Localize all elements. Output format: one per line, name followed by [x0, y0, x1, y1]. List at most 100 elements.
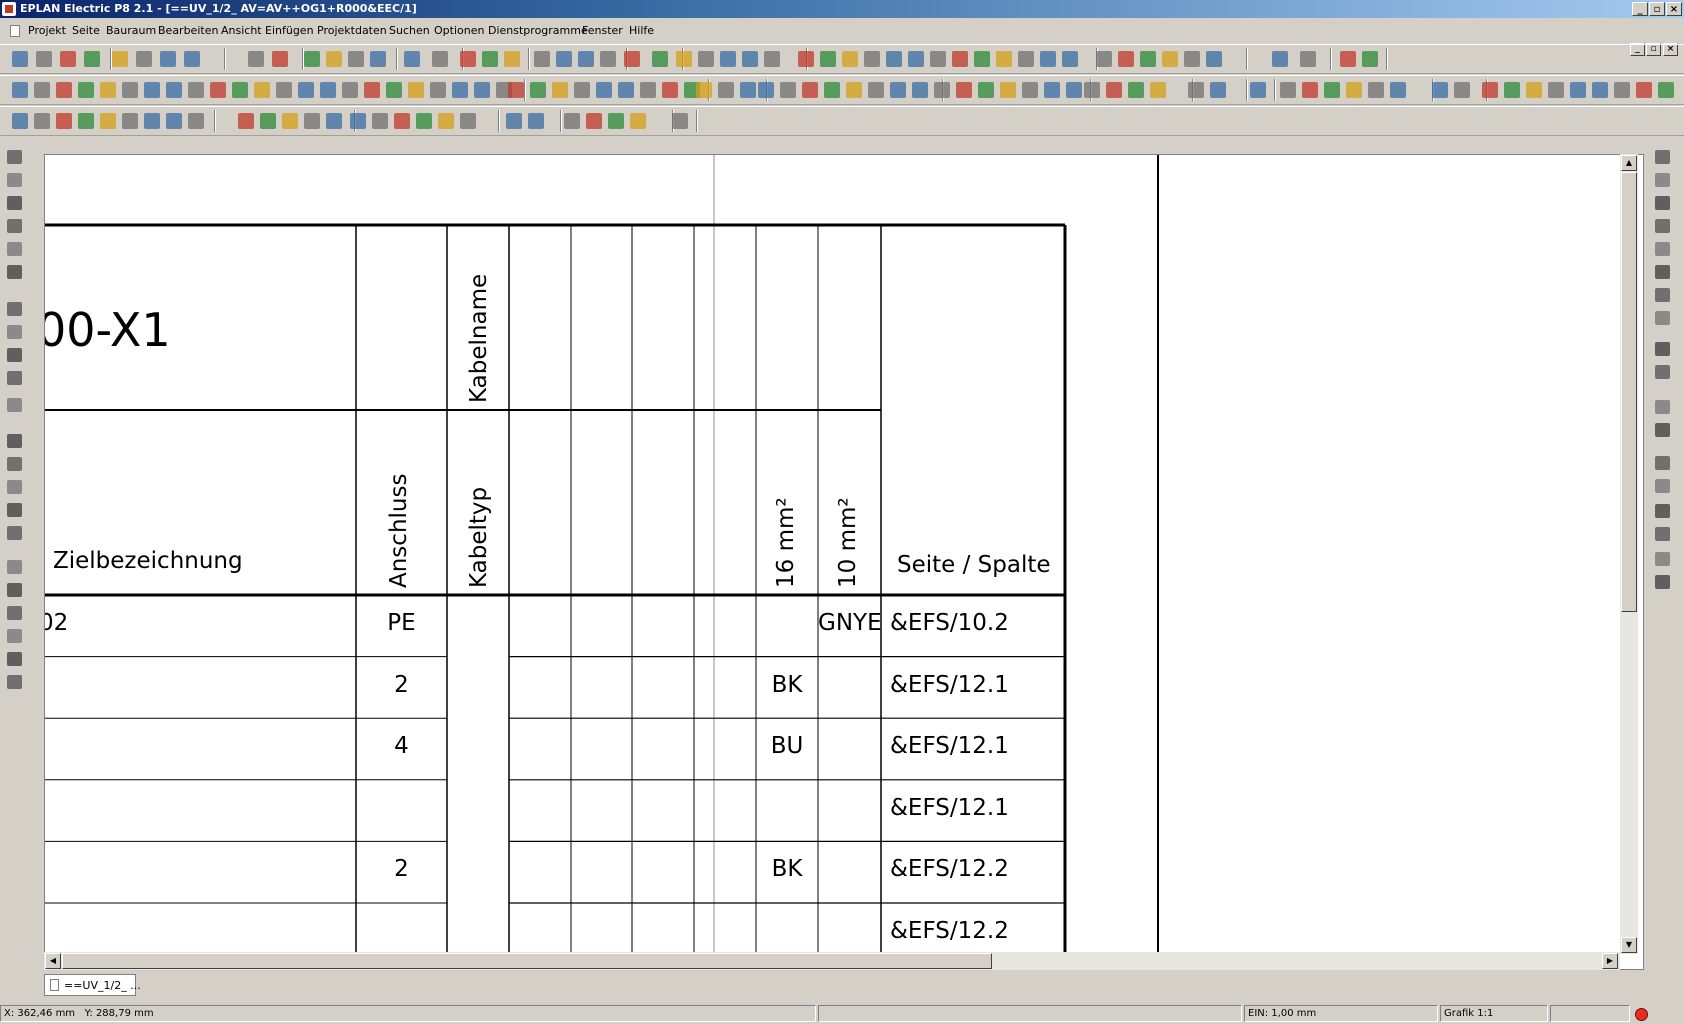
- vertical-tool-icon[interactable]: [7, 606, 22, 620]
- toolbar-tool-icon[interactable]: [320, 82, 336, 98]
- toolbar-tool-icon[interactable]: [506, 113, 522, 129]
- toolbar-tool-icon[interactable]: [864, 51, 880, 67]
- toolbar-tool-icon[interactable]: [624, 51, 640, 67]
- toolbar-tool-icon[interactable]: [1150, 82, 1166, 98]
- toolbar-tool-icon[interactable]: [12, 51, 28, 67]
- toolbar-tool-icon[interactable]: [696, 82, 712, 98]
- toolbar-tool-icon[interactable]: [652, 51, 668, 67]
- toolbar-tool-icon[interactable]: [978, 82, 994, 98]
- toolbar-tool-icon[interactable]: [348, 51, 364, 67]
- toolbar-tool-icon[interactable]: [342, 82, 358, 98]
- toolbar-tool-icon[interactable]: [630, 113, 646, 129]
- toolbar-tool-icon[interactable]: [12, 82, 28, 98]
- toolbar-tool-icon[interactable]: [1206, 51, 1222, 67]
- vertical-tool-icon[interactable]: [1655, 423, 1670, 437]
- toolbar-tool-icon[interactable]: [534, 51, 550, 67]
- drawing-canvas[interactable]: 00-X1 Zielbezeichnung Seite / Spalte Ans…: [44, 154, 1644, 970]
- toolbar-tool-icon[interactable]: [372, 113, 388, 129]
- menu-ansicht[interactable]: Ansicht: [221, 24, 262, 37]
- vertical-tool-icon[interactable]: [1655, 365, 1670, 379]
- toolbar-tool-icon[interactable]: [36, 51, 52, 67]
- horizontal-scrollbar[interactable]: ◀ ▶: [44, 952, 1620, 970]
- toolbar-tool-icon[interactable]: [56, 82, 72, 98]
- toolbar-tool-icon[interactable]: [508, 82, 524, 98]
- tab-document[interactable]: ==UV_1/2_ ...: [44, 974, 141, 996]
- toolbar-tool-icon[interactable]: [350, 113, 366, 129]
- vertical-tool-icon[interactable]: [7, 652, 22, 666]
- vertical-tool-icon[interactable]: [1655, 196, 1670, 210]
- vertical-tool-icon[interactable]: [7, 173, 22, 187]
- toolbar-tool-icon[interactable]: [586, 113, 602, 129]
- toolbar-tool-icon[interactable]: [720, 51, 736, 67]
- toolbar-tool-icon[interactable]: [326, 113, 342, 129]
- vertical-tool-icon[interactable]: [1655, 527, 1670, 541]
- toolbar-tool-icon[interactable]: [868, 82, 884, 98]
- vertical-scroll-thumb[interactable]: [1621, 172, 1637, 612]
- toolbar-tool-icon[interactable]: [742, 51, 758, 67]
- vertical-tool-icon[interactable]: [7, 398, 22, 412]
- toolbar-tool-icon[interactable]: [1250, 82, 1266, 98]
- toolbar-tool-icon[interactable]: [608, 113, 624, 129]
- toolbar-tool-icon[interactable]: [758, 82, 774, 98]
- toolbar-tool-icon[interactable]: [528, 113, 544, 129]
- vertical-tool-icon[interactable]: [7, 503, 22, 517]
- toolbar-tool-icon[interactable]: [1340, 51, 1356, 67]
- vertical-tool-icon[interactable]: [7, 457, 22, 471]
- toolbar-tool-icon[interactable]: [144, 82, 160, 98]
- toolbar-tool-icon[interactable]: [1482, 82, 1498, 98]
- toolbar-tool-icon[interactable]: [112, 51, 128, 67]
- toolbar-tool-icon[interactable]: [1526, 82, 1542, 98]
- toolbar-tool-icon[interactable]: [1140, 51, 1156, 67]
- toolbar-tool-icon[interactable]: [298, 82, 314, 98]
- toolbar-tool-icon[interactable]: [1390, 82, 1406, 98]
- toolbar-tool-icon[interactable]: [1324, 82, 1340, 98]
- restore-button[interactable]: ▫: [1649, 2, 1665, 16]
- toolbar-tool-icon[interactable]: [260, 113, 276, 129]
- menu-einfuegen[interactable]: Einfügen: [265, 24, 314, 37]
- toolbar-tool-icon[interactable]: [1062, 51, 1078, 67]
- menu-dienstprogramme[interactable]: Dienstprogramme: [488, 24, 588, 37]
- menu-fenster[interactable]: Fenster: [582, 24, 623, 37]
- toolbar-tool-icon[interactable]: [1066, 82, 1082, 98]
- scroll-down-arrow-icon[interactable]: ▼: [1621, 937, 1637, 953]
- vertical-tool-icon[interactable]: [7, 325, 22, 339]
- vertical-tool-icon[interactable]: [1655, 150, 1670, 164]
- vertical-tool-icon[interactable]: [1655, 242, 1670, 256]
- toolbar-tool-icon[interactable]: [144, 113, 160, 129]
- toolbar-tool-icon[interactable]: [1362, 51, 1378, 67]
- toolbar-tool-icon[interactable]: [600, 51, 616, 67]
- error-indicator-icon[interactable]: [1635, 1008, 1648, 1021]
- toolbar-tool-icon[interactable]: [672, 113, 688, 129]
- toolbar-tool-icon[interactable]: [56, 113, 72, 129]
- toolbar-tool-icon[interactable]: [886, 51, 902, 67]
- vertical-tool-icon[interactable]: [1655, 575, 1670, 589]
- toolbar-tool-icon[interactable]: [1548, 82, 1564, 98]
- toolbar-tool-icon[interactable]: [1592, 82, 1608, 98]
- toolbar-tool-icon[interactable]: [1128, 82, 1144, 98]
- vertical-tool-icon[interactable]: [1655, 552, 1670, 566]
- vertical-tool-icon[interactable]: [1655, 342, 1670, 356]
- toolbar-tool-icon[interactable]: [84, 51, 100, 67]
- vertical-tool-icon[interactable]: [1655, 479, 1670, 493]
- toolbar-tool-icon[interactable]: [166, 113, 182, 129]
- scroll-right-arrow-icon[interactable]: ▶: [1602, 953, 1618, 969]
- vertical-tool-icon[interactable]: [1655, 173, 1670, 187]
- vertical-tool-icon[interactable]: [7, 150, 22, 164]
- toolbar-tool-icon[interactable]: [1614, 82, 1630, 98]
- toolbar-tool-icon[interactable]: [1096, 51, 1112, 67]
- toolbar-tool-icon[interactable]: [122, 113, 138, 129]
- toolbar-tool-icon[interactable]: [1346, 82, 1362, 98]
- toolbar-tool-icon[interactable]: [160, 51, 176, 67]
- toolbar-tool-icon[interactable]: [166, 82, 182, 98]
- vertical-tool-icon[interactable]: [7, 480, 22, 494]
- toolbar-tool-icon[interactable]: [1044, 82, 1060, 98]
- vertical-tool-icon[interactable]: [7, 675, 22, 689]
- toolbar-tool-icon[interactable]: [188, 113, 204, 129]
- toolbar-tool-icon[interactable]: [1022, 82, 1038, 98]
- toolbar-tool-icon[interactable]: [238, 113, 254, 129]
- toolbar-tool-icon[interactable]: [282, 113, 298, 129]
- toolbar-tool-icon[interactable]: [890, 82, 906, 98]
- horizontal-scroll-thumb[interactable]: [62, 953, 992, 969]
- toolbar-tool-icon[interactable]: [930, 51, 946, 67]
- toolbar-tool-icon[interactable]: [272, 51, 288, 67]
